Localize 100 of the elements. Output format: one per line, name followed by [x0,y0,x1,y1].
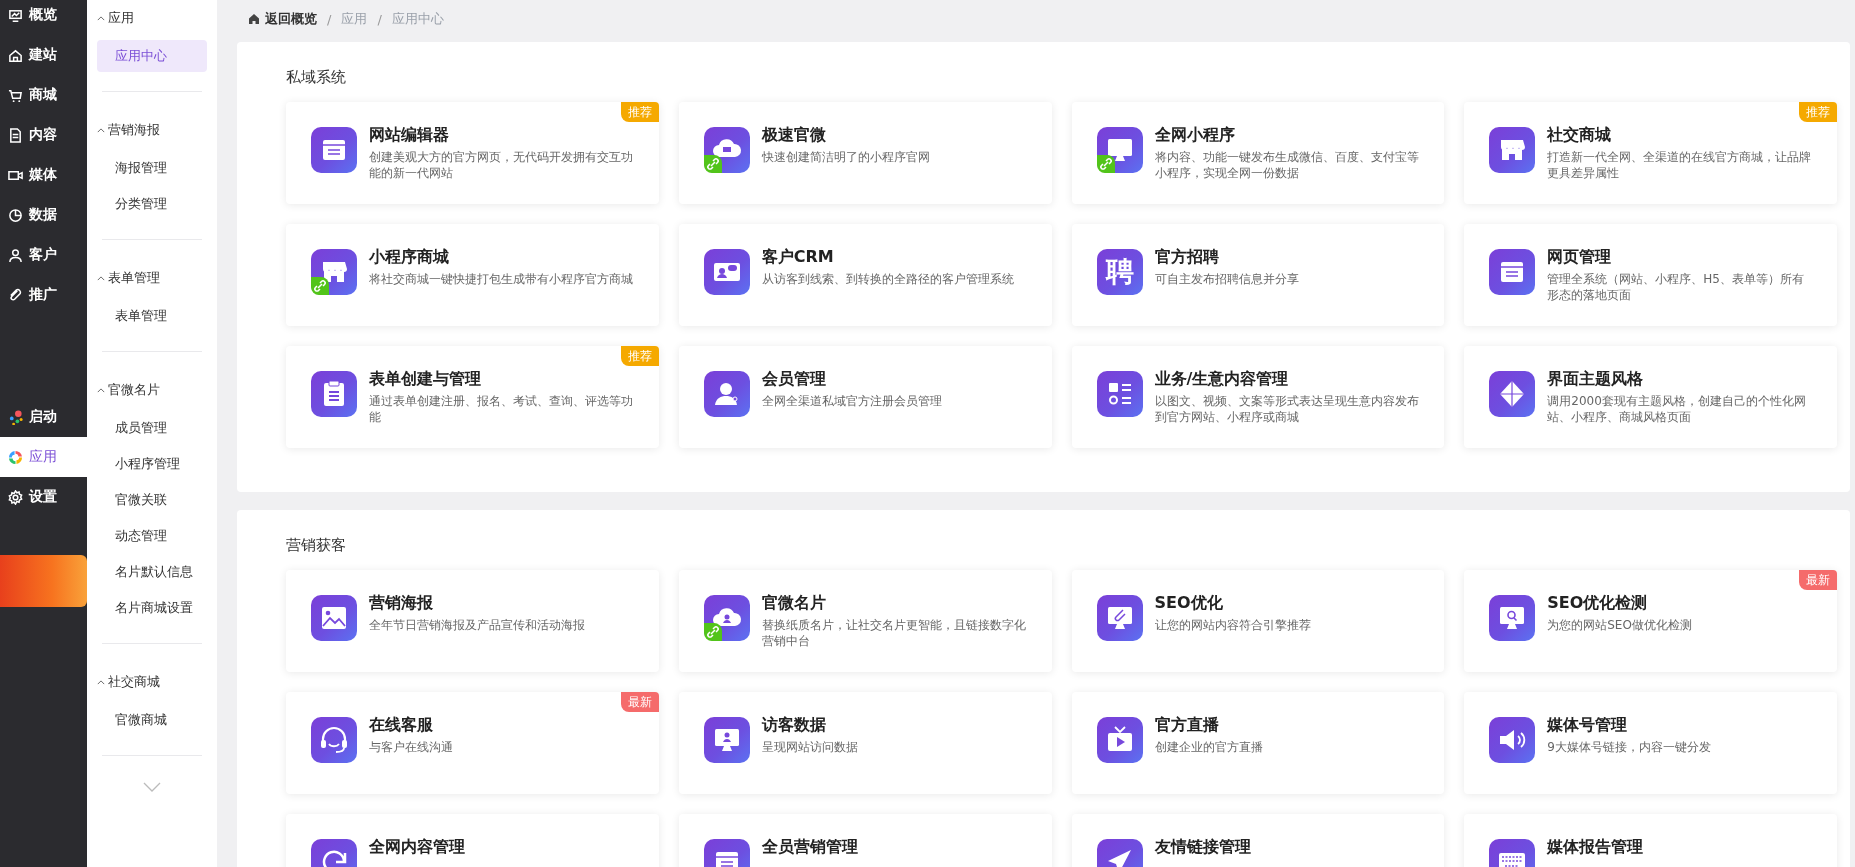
app-card[interactable]: 媒体报告管理 [1464,814,1837,867]
caret-up-icon [97,275,105,281]
menu-group-header[interactable]: 官微名片 [87,372,217,408]
app-card[interactable]: 友情链接管理 [1071,814,1445,867]
character-icon: 聘 [1096,249,1143,295]
tag-label: 推荐 [620,346,659,366]
app-title: 社交商城 [1547,124,1613,146]
app-card[interactable]: 聘 官方招聘 可自主发布招聘信息并分享 [1071,224,1445,326]
app-card[interactable]: SEO优化 让您的网站内容符合引擎推荐 [1071,570,1445,672]
menu-item[interactable]: 成员管理 [97,412,207,444]
app-description: 与客户在线沟通 [369,739,454,755]
nav-item[interactable]: 内容 [0,115,87,155]
app-card[interactable]: 业务/生意内容管理 以图文、视频、文案等形式表达呈现生意内容发布到官方网站、小程序或商城 [1071,346,1445,448]
app-description: 将社交商城一键快捷打包生成带有小程序官方商城 [369,271,634,287]
person-icon [8,247,23,263]
app-card[interactable]: 在线客服 与客户在线沟通 最新 [286,692,659,794]
nav-item[interactable]: 媒体 [0,155,87,195]
app-card[interactable]: 官方直播 创建企业的官方直播 [1071,692,1445,794]
app-card[interactable]: 小程序商城 将社交商城一键快捷打包生成带有小程序官方商城 [286,224,659,326]
app-description: 快速创建简洁明了的小程序官网 [761,149,931,165]
menu-item[interactable]: 名片商城设置 [97,592,207,624]
app-title: 媒体号管理 [1547,714,1629,736]
app-card[interactable]: 网站编辑器 创建美观大方的官方网页，无代码开发拥有交互功能的新一代网站 推荐 [286,102,659,204]
app-title: 全网内容管理 [369,836,466,858]
app-title: 官方直播 [1154,714,1220,736]
cart-icon [8,87,23,103]
menu-group-header[interactable]: 社交商城 [87,664,217,700]
nav-item[interactable]: 数据 [0,195,87,235]
paperclip-icon [8,287,23,303]
app-card[interactable]: 官微名片 替换纸质名片，让社交名片更智能，且链接数字化营销中台 [678,570,1052,672]
app-card[interactable]: 全网内容管理 [286,814,659,867]
app-description: 通过表单创建注册、报名、考试、查询、评选等功能 [369,393,634,425]
nav-item[interactable]: 推广 [0,275,87,315]
nav-item[interactable]: 概览 [0,0,87,35]
app-card[interactable]: 营销海报 全年节日营销海报及产品宣传和活动海报 [286,570,659,672]
app-title: SEO优化检测 [1547,592,1649,614]
menu-group-header[interactable]: 营销海报 [87,112,217,148]
chevron-down-icon[interactable] [143,782,161,792]
headset-icon [311,717,357,763]
section-title: 私域系统 [286,67,347,88]
colored-dots-icon [8,409,23,425]
app-title: 极速官微 [761,124,827,146]
app-card[interactable]: SEO优化检测 为您的网站SEO做优化检测 最新 [1464,570,1837,672]
tag-label: 最新 [1799,570,1837,590]
caret-up-icon [97,679,105,685]
nav-item[interactable]: 商城 [0,75,87,115]
app-title: 官方招聘 [1154,246,1220,268]
menu-item[interactable]: 官微商城 [97,704,207,736]
app-card[interactable]: 界面主题风格 调用2000套现有主题风格，创建自己的个性化网站、小程序、商城风格页面 [1464,346,1837,448]
menu-group-header[interactable]: 应用 [87,0,217,36]
caret-up-icon [97,127,105,133]
nav-item[interactable]: 客户 [0,235,87,275]
nav-item[interactable]: 建站 [0,35,87,75]
app-card[interactable]: 访客数据 呈现网站访问数据 [678,692,1052,794]
home-icon [248,13,260,25]
browser-window-icon [311,127,357,173]
app-description: 以图文、视频、文案等形式表达呈现生意内容发布到官方网站、小程序或商城 [1154,393,1420,425]
nav-item[interactable]: 应用 [0,437,87,477]
promo-banner-image[interactable] [0,555,87,607]
breadcrumb-separator: / [327,11,332,27]
menu-item[interactable]: 海报管理 [97,152,207,184]
menu-item[interactable]: 应用中心 [97,40,207,72]
menu-item[interactable]: 分类管理 [97,188,207,220]
menu-item[interactable]: 名片默认信息 [97,556,207,588]
tag-label: 推荐 [620,102,659,122]
app-title: 表单创建与管理 [369,368,482,390]
app-description: 可自主发布招聘信息并分享 [1154,271,1300,287]
app-card[interactable]: 极速官微 快速创建简洁明了的小程序官网 [678,102,1052,204]
menu-item[interactable]: 动态管理 [97,520,207,552]
menu-group-header[interactable]: 表单管理 [87,260,217,296]
nav-item[interactable]: 设置 [0,477,87,517]
app-card[interactable]: 全网小程序 将内容、功能一键发布生成微信、百度、支付宝等小程序，实现全网一份数据 [1071,102,1445,204]
app-title: 在线客服 [369,714,434,736]
app-description: 将内容、功能一键发布生成微信、百度、支付宝等小程序，实现全网一份数据 [1154,149,1420,181]
nav-item[interactable]: 启动 [0,397,87,437]
app-description: 为您的网站SEO做优化检测 [1547,617,1693,633]
app-card[interactable]: 会员管理 全网全渠道私域官方注册会员管理 [678,346,1052,448]
app-card[interactable]: 表单创建与管理 通过表单创建注册、报名、考试、查询、评选等功能 推荐 [286,346,659,448]
monitor-icon [1096,595,1143,641]
app-card[interactable]: 网页管理 管理全系统（网站、小程序、H5、表单等）所有形态的落地页面 [1464,224,1837,326]
menu-item[interactable]: 官微关联 [97,484,207,516]
back-link[interactable]: 返回概览 [248,10,317,28]
app-card[interactable]: 媒体号管理 9大媒体号链接，内容一键分发 [1464,692,1837,794]
app-card[interactable]: 社交商城 打造新一代全网、全渠道的在线官方商城，让品牌更具差异属性 推荐 [1464,102,1837,204]
app-title: 媒体报告管理 [1547,836,1645,858]
menu-item[interactable]: 小程序管理 [97,448,207,480]
storefront-icon [1489,127,1536,173]
tag-label: 推荐 [1799,102,1837,122]
app-title: 友情链接管理 [1154,836,1252,858]
chart-icon [8,7,23,23]
app-card[interactable]: 全员营销管理 [678,814,1052,867]
monitor-icon [1489,595,1536,641]
app-title: SEO优化 [1154,592,1224,614]
caret-up-icon [97,387,105,393]
app-title: 网页管理 [1547,246,1613,268]
app-card[interactable]: 客户CRM 从访客到线索、到转换的全路径的客户管理系统 [678,224,1052,326]
app-description: 全网全渠道私域官方注册会员管理 [761,393,943,409]
menu-item[interactable]: 表单管理 [97,300,207,332]
app-description: 创建美观大方的官方网页，无代码开发拥有交互功能的新一代网站 [369,149,634,181]
app-title: 会员管理 [761,368,827,390]
